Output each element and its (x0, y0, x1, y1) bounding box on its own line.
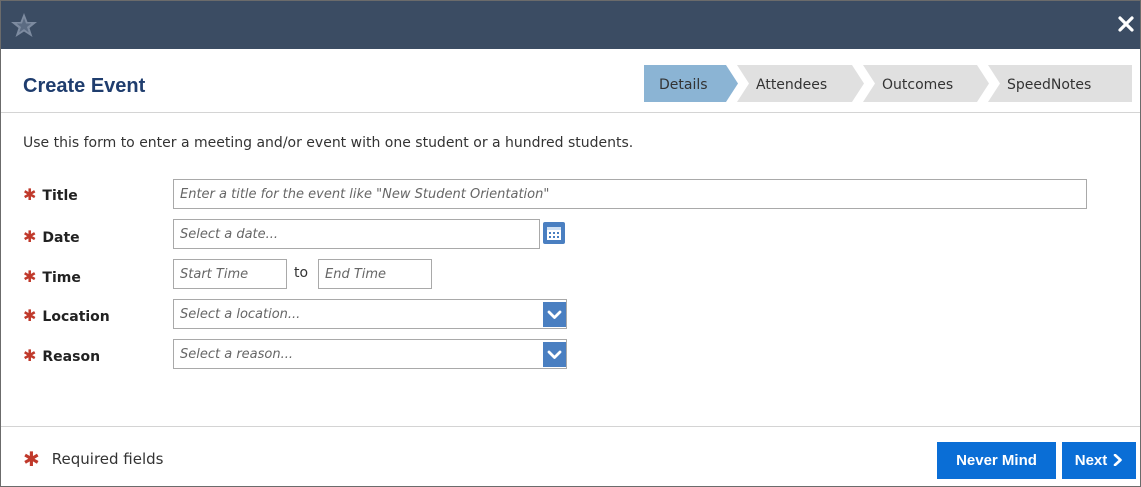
next-label: Next (1074, 452, 1108, 469)
chevron-down-icon[interactable] (543, 302, 566, 327)
chevron-down-icon[interactable] (543, 342, 566, 367)
time-label: ✱ Time (23, 267, 81, 286)
date-label: ✱ Date (23, 227, 80, 246)
close-icon[interactable] (1116, 14, 1136, 34)
step-wizard: Details Attendees Outcomes SpeedNotes (644, 65, 1132, 102)
time-separator: to (294, 265, 309, 281)
tab-details[interactable]: Details (644, 65, 738, 102)
required-marker: ✱ (23, 346, 37, 365)
start-time-input[interactable] (173, 259, 287, 289)
tab-outcomes[interactable]: Outcomes (863, 65, 989, 102)
tab-attendees-label: Attendees (756, 77, 827, 93)
required-marker: ✱ (23, 306, 37, 325)
never-mind-button[interactable]: Never Mind (937, 442, 1056, 479)
dialog-header: Create Event Details Attendees Outcomes (1, 49, 1140, 113)
create-event-dialog: Create Event Details Attendees Outcomes (0, 0, 1141, 487)
date-input[interactable] (173, 219, 540, 249)
tab-details-label: Details (659, 77, 708, 93)
never-mind-label: Never Mind (956, 452, 1037, 469)
title-label: ✱ Title (23, 185, 78, 204)
star-logo-icon (11, 13, 37, 37)
next-button[interactable]: Next (1062, 442, 1136, 479)
tab-attendees[interactable]: Attendees (737, 65, 864, 102)
reason-label: ✱ Reason (23, 346, 101, 365)
intro-text: Use this form to enter a meeting and/or … (23, 135, 634, 151)
tab-speednotes-label: SpeedNotes (1007, 77, 1091, 93)
title-input[interactable] (173, 179, 1087, 209)
required-marker: ✱ (23, 227, 37, 246)
required-fields-note: ✱ Required fields (23, 445, 164, 471)
tab-speednotes[interactable]: SpeedNotes (988, 65, 1132, 102)
chevron-right-icon (1113, 454, 1123, 466)
tab-outcomes-label: Outcomes (882, 77, 953, 93)
required-fields-label: Required fields (51, 450, 164, 468)
calendar-icon[interactable] (543, 222, 565, 244)
required-marker: ✱ (23, 185, 37, 204)
location-label: ✱ Location (23, 306, 110, 325)
location-select[interactable] (173, 299, 567, 329)
reason-select[interactable] (173, 339, 567, 369)
end-time-input[interactable] (318, 259, 432, 289)
dialog-titlebar (1, 1, 1140, 49)
required-marker: ✱ (23, 267, 37, 286)
required-marker: ✱ (23, 447, 40, 471)
footer-divider (1, 426, 1140, 427)
page-title: Create Event (23, 75, 146, 97)
